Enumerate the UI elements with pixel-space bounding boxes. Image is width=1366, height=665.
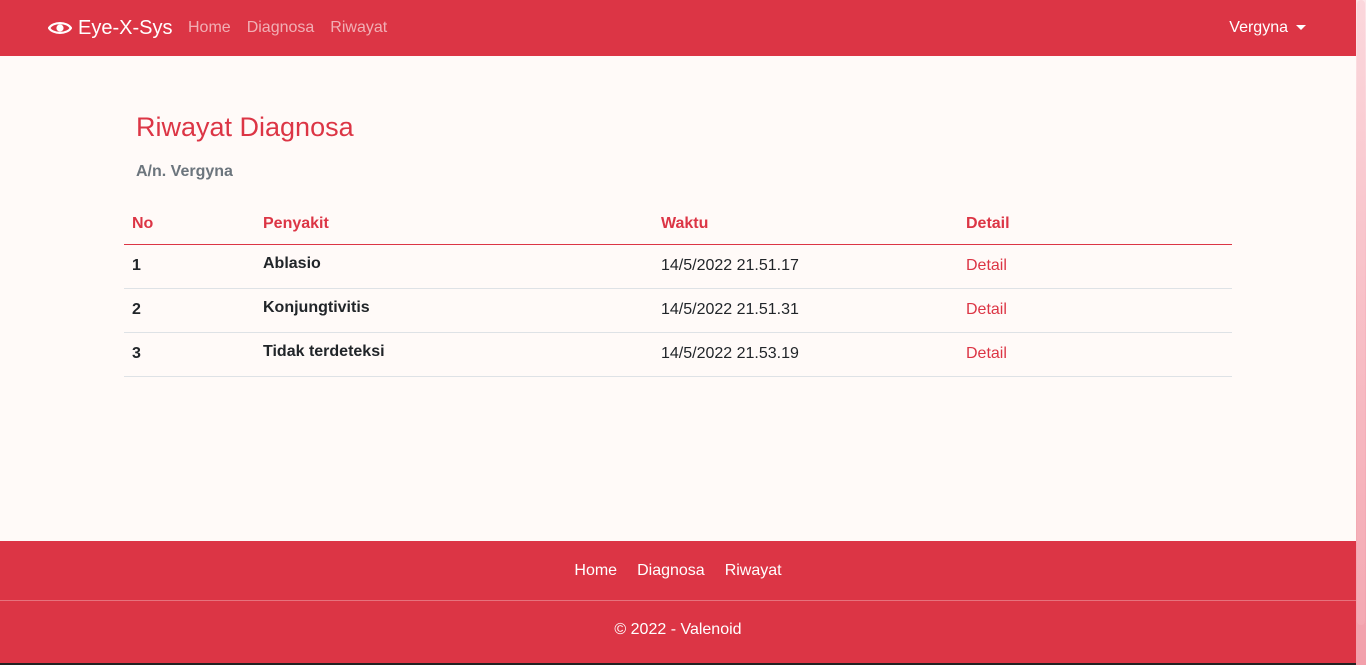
user-menu-dropdown[interactable]: Vergyna: [1229, 0, 1306, 56]
cell-detail: Detail: [958, 332, 1232, 377]
header-detail: Detail: [958, 204, 1232, 245]
footer-link-diagnosa[interactable]: Diagnosa: [637, 562, 705, 580]
nav-links: Home Diagnosa Riwayat: [188, 0, 403, 56]
cell-detail: Detail: [958, 288, 1232, 333]
scrollbar-thumb[interactable]: [1357, 0, 1365, 625]
caret-down-icon: [1296, 24, 1306, 30]
cell-no: 1: [124, 244, 255, 289]
nav-link-diagnosa[interactable]: Diagnosa: [247, 19, 315, 37]
table-row: 2 Konjungtivitis 14/5/2022 21.51.31 Deta…: [124, 288, 1232, 333]
cell-waktu: 14/5/2022 21.51.17: [653, 244, 958, 289]
cell-waktu: 14/5/2022 21.51.31: [653, 288, 958, 333]
cell-no: 2: [124, 288, 255, 333]
header-no: No: [124, 204, 255, 245]
cell-waktu: 14/5/2022 21.53.19: [653, 332, 958, 377]
table-row: 3 Tidak terdeteksi 14/5/2022 21.53.19 De…: [124, 332, 1232, 377]
detail-link[interactable]: Detail: [966, 345, 1007, 362]
vertical-scrollbar[interactable]: [1356, 0, 1366, 665]
table-row: 1 Ablasio 14/5/2022 21.51.17 Detail: [124, 244, 1232, 289]
footer-link-riwayat[interactable]: Riwayat: [725, 562, 782, 580]
user-name: Vergyna: [1229, 19, 1288, 36]
top-navbar: Eye-X-Sys Home Diagnosa Riwayat Vergyna: [0, 0, 1356, 56]
footer-links: Home Diagnosa Riwayat: [0, 541, 1356, 601]
eye-icon: [48, 22, 72, 34]
table-header: No Penyakit Waktu Detail: [124, 204, 1232, 245]
header-penyakit: Penyakit: [255, 204, 653, 245]
copyright-text: © 2022 - Valenoid: [614, 621, 742, 638]
page-title: Riwayat Diagnosa: [136, 112, 354, 142]
nav-link-riwayat[interactable]: Riwayat: [330, 19, 387, 37]
nav-link-home[interactable]: Home: [188, 19, 231, 37]
cell-penyakit: Konjungtivitis: [255, 288, 653, 333]
footer-link-home[interactable]: Home: [574, 562, 617, 580]
detail-link[interactable]: Detail: [966, 257, 1007, 274]
brand-link[interactable]: Eye-X-Sys: [48, 0, 172, 56]
header-waktu: Waktu: [653, 204, 958, 245]
cell-penyakit: Tidak terdeteksi: [255, 332, 653, 377]
cell-no: 3: [124, 332, 255, 377]
brand-name: Eye-X-Sys: [78, 16, 173, 39]
diagnosis-history-table: No Penyakit Waktu Detail 1 Ablasio 14/5/…: [124, 204, 1232, 377]
cell-penyakit: Ablasio: [255, 244, 653, 289]
cell-detail: Detail: [958, 244, 1232, 289]
page-footer: Home Diagnosa Riwayat © 2022 - Valenoid: [0, 541, 1356, 665]
table-header-row: No Penyakit Waktu Detail: [124, 204, 1232, 245]
page-subtitle: A/n. Vergyna: [136, 163, 233, 180]
detail-link[interactable]: Detail: [966, 301, 1007, 318]
table-body: 1 Ablasio 14/5/2022 21.51.17 Detail 2 Ko…: [124, 244, 1232, 377]
